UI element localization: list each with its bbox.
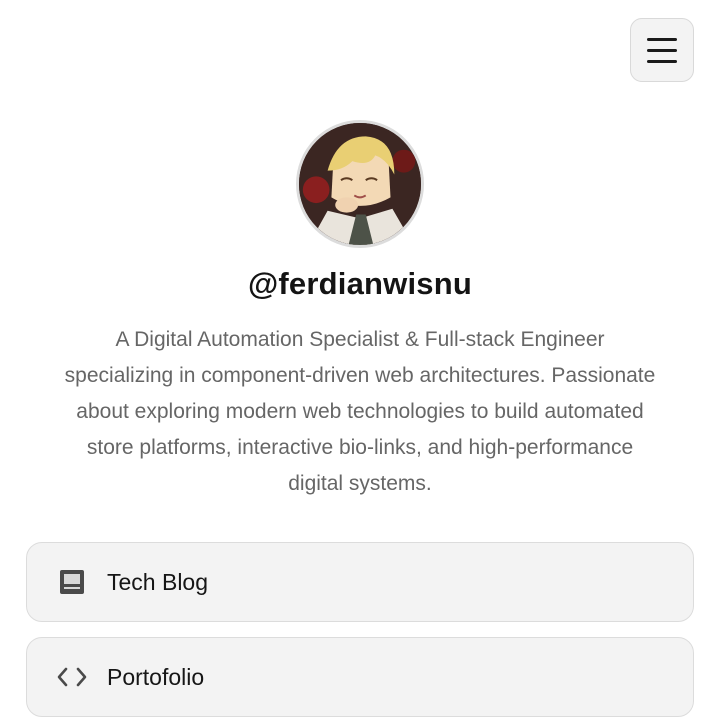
avatar-image bbox=[299, 123, 421, 245]
link-portofolio[interactable]: Portofolio bbox=[26, 637, 694, 717]
link-tech-blog[interactable]: Tech Blog bbox=[26, 542, 694, 622]
avatar bbox=[296, 120, 424, 248]
hamburger-menu-icon-line bbox=[647, 48, 677, 52]
hamburger-menu-icon-line bbox=[647, 59, 677, 63]
profile-bio: A Digital Automation Specialist & Full-s… bbox=[64, 328, 656, 495]
link-label: Portofolio bbox=[107, 663, 205, 690]
book-icon bbox=[57, 567, 87, 597]
code-icon bbox=[57, 662, 87, 692]
hamburger-menu-icon bbox=[647, 37, 677, 41]
profile-handle: @ferdianwisnu bbox=[247, 266, 473, 301]
menu-button[interactable] bbox=[630, 18, 694, 82]
link-label: Tech Blog bbox=[107, 568, 209, 595]
